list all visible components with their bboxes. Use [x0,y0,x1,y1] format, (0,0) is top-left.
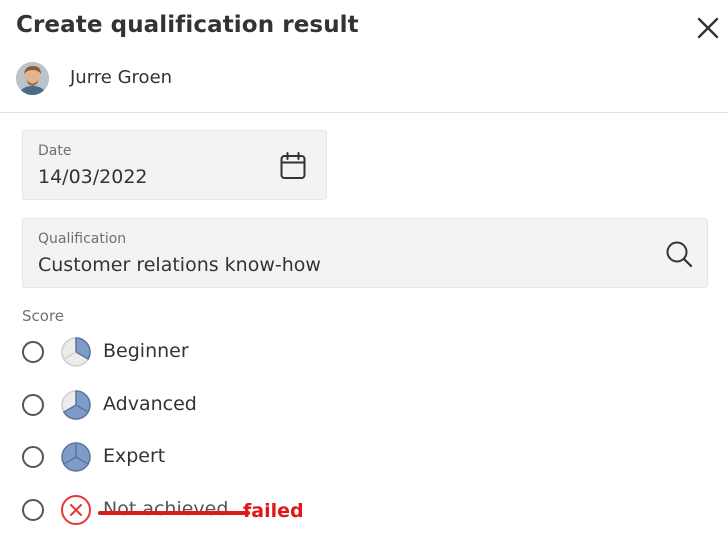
create-qualification-dialog: Create qualification result Jurre Groen … [0,0,728,537]
radio-button[interactable] [22,446,44,468]
score-option-advanced[interactable]: Advanced [20,389,350,425]
radio-button[interactable] [22,499,44,521]
close-icon[interactable] [694,14,722,42]
user-name: Jurre Groen [70,67,173,88]
date-value[interactable]: 14/03/2022 [38,166,148,188]
strikethrough-annotation [98,511,250,515]
level-one-third-icon [61,337,91,367]
score-label: Score [22,307,65,325]
radio-button[interactable] [22,341,44,363]
score-option-beginner[interactable]: Beginner [20,336,350,372]
header-divider [0,112,728,113]
calendar-icon[interactable] [279,151,307,181]
option-label: Not achieved [103,498,229,520]
radio-button[interactable] [22,394,44,416]
dialog-title: Create qualification result [16,12,359,38]
qualification-value[interactable]: Customer relations know-how [38,254,321,276]
option-label: Expert [103,445,166,467]
option-label: Advanced [103,393,197,415]
avatar [16,62,49,95]
not-achieved-icon [61,495,91,525]
search-icon[interactable] [664,239,694,269]
date-label: Date [38,143,72,159]
score-option-expert[interactable]: Expert [20,441,350,477]
level-full-icon [61,442,91,472]
option-label: Beginner [103,340,189,362]
qualification-label: Qualification [38,231,127,247]
date-field[interactable]: Date 14/03/2022 [22,130,327,200]
qualification-field[interactable]: Qualification Customer relations know-ho… [22,218,708,288]
level-two-thirds-icon [61,390,91,420]
failed-annotation: failed [243,500,304,522]
